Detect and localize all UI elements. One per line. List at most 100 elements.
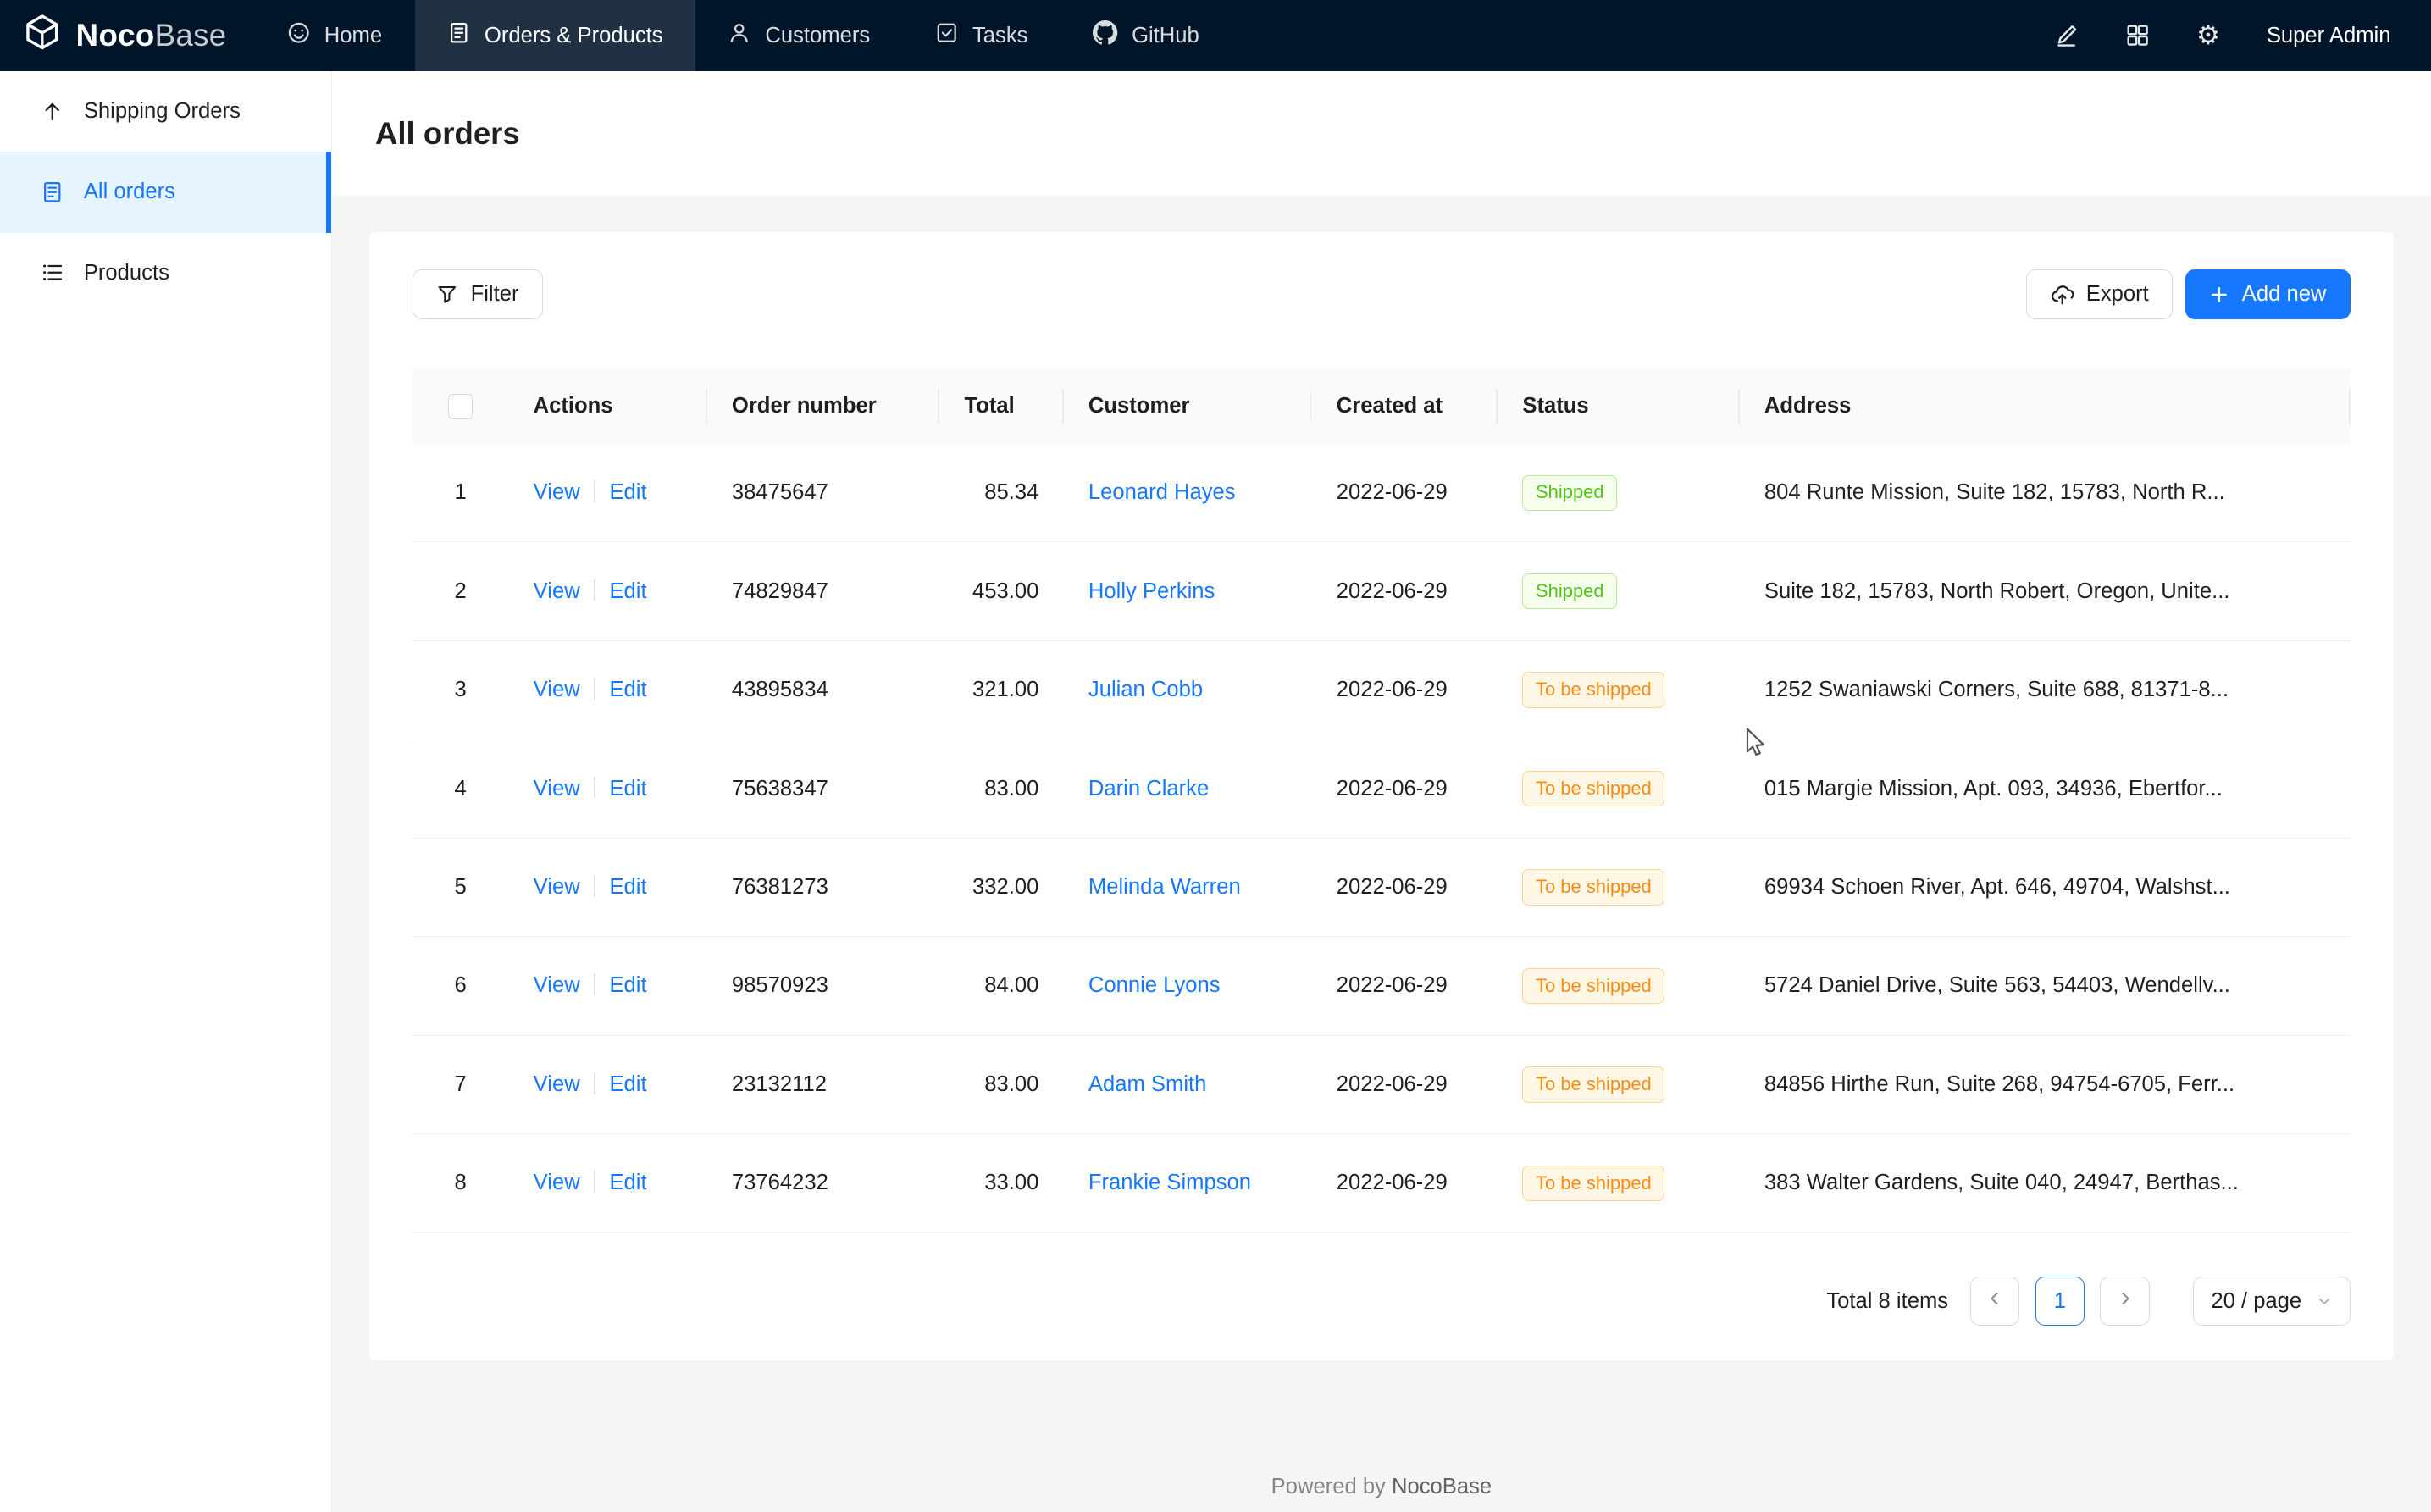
status-cell: Shipped [1498, 542, 1740, 640]
order-number-cell: 43895834 [707, 640, 940, 739]
add-new-button[interactable]: Add new [2185, 269, 2351, 319]
user-menu[interactable]: Super Admin [2267, 24, 2391, 48]
table-row: 7 ViewEdit 23132112 83.00 Adam Smith 202… [413, 1035, 2351, 1133]
status-cell: To be shipped [1498, 838, 1740, 936]
edit-link[interactable]: Edit [609, 1171, 646, 1194]
footer-brand: NocoBase [1392, 1475, 1492, 1498]
sidebar-item-shipping-orders[interactable]: Shipping Orders [0, 71, 331, 152]
column-header-created-at: Created at [1311, 368, 1498, 443]
customer-link[interactable]: Leonard Hayes [1088, 480, 1236, 504]
tab-label: Home [324, 24, 382, 48]
highlighter-icon[interactable] [2054, 23, 2079, 47]
total-cell: 453.00 [939, 542, 1063, 640]
tab-label: Orders & Products [485, 24, 663, 48]
view-link[interactable]: View [534, 678, 580, 701]
view-link[interactable]: View [534, 480, 580, 504]
status-badge: Shipped [1522, 475, 1617, 511]
tab-home[interactable]: Home [254, 0, 414, 71]
orders-icon [447, 21, 470, 50]
status-cell: Shipped [1498, 444, 1740, 542]
brand-name: NocoBase [76, 18, 227, 53]
list-icon [41, 261, 64, 284]
customer-link[interactable]: Julian Cobb [1088, 678, 1203, 701]
edit-link[interactable]: Edit [609, 579, 646, 603]
address-cell: 84856 Hirthe Run, Suite 268, 94754-6705,… [1740, 1035, 2351, 1133]
table-row: 4 ViewEdit 75638347 83.00 Darin Clarke 2… [413, 739, 2351, 838]
export-button[interactable]: Export [2026, 269, 2173, 319]
address-cell: 1252 Swaniawski Corners, Suite 688, 8137… [1740, 640, 2351, 739]
column-header-status: Status [1498, 368, 1740, 443]
sidebar-item-all-orders[interactable]: All orders [0, 152, 331, 232]
column-header-total: Total [939, 368, 1063, 443]
status-badge: To be shipped [1522, 1166, 1664, 1201]
top-navigation-bar: NocoBase Home Orders & Products Customer… [0, 0, 2431, 71]
view-link[interactable]: View [534, 579, 580, 603]
footer: Powered by NocoBase [332, 1437, 2431, 1512]
brand[interactable]: NocoBase [0, 0, 254, 71]
customer-link[interactable]: Adam Smith [1088, 1072, 1206, 1096]
customer-cell: Frankie Simpson [1064, 1134, 1312, 1232]
view-link[interactable]: View [534, 973, 580, 997]
customer-link[interactable]: Holly Perkins [1088, 579, 1215, 603]
table-header-row: Actions Order number Total Customer Crea… [413, 368, 2351, 443]
page-size-select[interactable]: 20 / page [2193, 1277, 2351, 1326]
row-actions: View Edit [508, 640, 706, 739]
view-link[interactable]: View [534, 1072, 580, 1096]
address-cell: 5724 Daniel Drive, Suite 563, 54403, Wen… [1740, 937, 2351, 1035]
tasks-icon [935, 21, 958, 50]
blocks-icon[interactable] [2125, 23, 2150, 47]
page-number-button[interactable]: 1 [2035, 1277, 2085, 1326]
row-actions: View Edit [508, 838, 706, 936]
chevron-left-icon [1985, 1289, 2004, 1314]
total-cell: 332.00 [939, 838, 1063, 936]
previous-page-button[interactable] [1970, 1277, 2020, 1326]
top-nav-menu: Home Orders & Products Customers Tasks [254, 0, 1232, 71]
customer-cell: Leonard Hayes [1064, 444, 1312, 542]
tab-customers[interactable]: Customers [695, 0, 903, 71]
customer-cell: Darin Clarke [1064, 739, 1312, 838]
status-cell: To be shipped [1498, 640, 1740, 739]
tab-tasks[interactable]: Tasks [903, 0, 1060, 71]
sidebar-item-products[interactable]: Products [0, 233, 331, 313]
filter-button[interactable]: Filter [413, 269, 543, 319]
row-actions: View Edit [508, 739, 706, 838]
smile-icon [287, 21, 310, 50]
customer-link[interactable]: Frankie Simpson [1088, 1171, 1251, 1194]
page-title: All orders [375, 116, 2388, 152]
status-badge: To be shipped [1522, 968, 1664, 1004]
total-cell: 83.00 [939, 1035, 1063, 1133]
address-cell: Suite 182, 15783, North Robert, Oregon, … [1740, 542, 2351, 640]
edit-link[interactable]: Edit [609, 777, 646, 800]
next-page-button[interactable] [2100, 1277, 2150, 1326]
status-cell: To be shipped [1498, 937, 1740, 1035]
status-badge: Shipped [1522, 573, 1617, 609]
customer-link[interactable]: Connie Lyons [1088, 973, 1221, 997]
tab-github[interactable]: GitHub [1060, 0, 1232, 71]
action-divider [594, 579, 595, 601]
customer-link[interactable]: Melinda Warren [1088, 875, 1241, 899]
tab-orders-products[interactable]: Orders & Products [415, 0, 695, 71]
select-all-checkbox[interactable] [448, 394, 473, 418]
view-link[interactable]: View [534, 777, 580, 800]
customer-cell: Adam Smith [1064, 1035, 1312, 1133]
table-row: 3 ViewEdit 43895834 321.00 Julian Cobb 2… [413, 640, 2351, 739]
edit-link[interactable]: Edit [609, 973, 646, 997]
github-icon [1093, 20, 1117, 51]
view-link[interactable]: View [534, 1171, 580, 1194]
row-actions: View Edit [508, 937, 706, 1035]
main-content: All orders Filter Export [332, 71, 2431, 1511]
edit-link[interactable]: Edit [609, 678, 646, 701]
view-link[interactable]: View [534, 875, 580, 899]
row-index: 1 [413, 444, 508, 542]
edit-link[interactable]: Edit [609, 480, 646, 504]
row-actions: View Edit [508, 1134, 706, 1232]
edit-link[interactable]: Edit [609, 875, 646, 899]
address-cell: 383 Walter Gardens, Suite 040, 24947, Be… [1740, 1134, 2351, 1232]
row-actions: View Edit [508, 542, 706, 640]
topbar-actions: ⚙︎ Super Admin [2054, 0, 2431, 71]
gear-icon[interactable]: ⚙︎ [2196, 23, 2220, 49]
customer-link[interactable]: Darin Clarke [1088, 777, 1209, 800]
edit-link[interactable]: Edit [609, 1072, 646, 1096]
plus-icon [2209, 285, 2229, 305]
address-cell: 69934 Schoen River, Apt. 646, 49704, Wal… [1740, 838, 2351, 936]
